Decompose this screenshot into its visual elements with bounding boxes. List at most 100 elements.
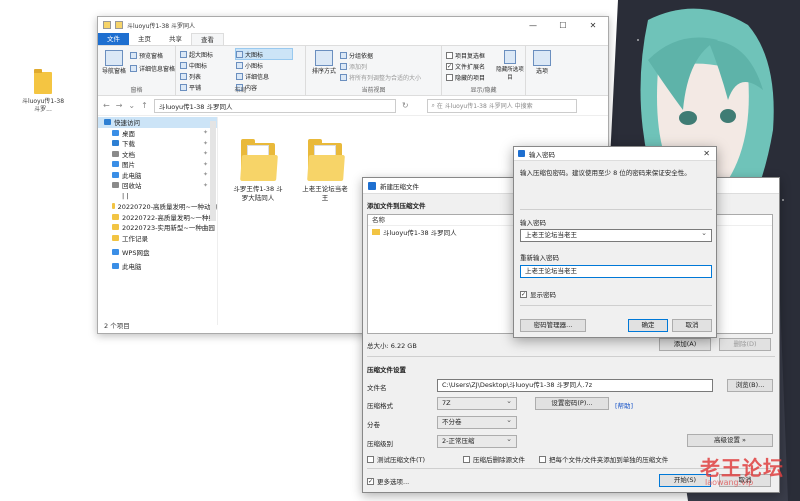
reenter-password-input[interactable]: 上老王论坛当老王 [520,265,712,278]
sidebar-item[interactable]: 文档 ✦ [98,149,217,160]
layout-details[interactable]: 详细信息 [236,71,292,81]
add-column-button[interactable]: 添加列 [340,61,367,71]
group-label: 显示/隐藏 [470,87,497,94]
fit-columns-button[interactable]: 将所有列调整为合适的大小 [340,72,421,82]
sidebar-item[interactable]: 工作记录 [98,233,217,244]
sidebar-item-label: 快速访问 [114,119,140,128]
pin-icon[interactable]: ✦ [203,129,208,136]
test-archive-checkbox[interactable]: 测试压缩文件(T) [367,454,425,464]
desktop-folder-label: 斗luoyu传1-38 斗罗... [21,98,65,113]
password-dialog: 输入密码 ✕ 输入压缩包密码。建议使用至少 8 位的密码来保证安全性。 输入密码… [513,146,717,338]
section-heading: 压缩文件设置 [367,366,406,374]
refresh-icon[interactable]: ↻ [402,101,409,110]
desktop-folder[interactable]: 斗luoyu传1-38 斗罗... [20,69,66,114]
options-button[interactable]: 选项 [528,50,556,76]
folder-item[interactable]: 上老王论坛当老王 [300,139,350,202]
group-label: 当前视图 [361,87,386,94]
layout-list[interactable]: 列表 [180,71,236,81]
tab-home[interactable]: 主页 [129,33,160,45]
sidebar-item[interactable]: 此电脑 [98,261,217,272]
group-by-button[interactable]: 分组依据 [340,50,373,60]
sidebar-item[interactable]: 20220722-高质量发明~一种组 [98,212,217,223]
folder-icon [372,228,380,235]
sort-button[interactable]: 排序方式 [310,50,338,76]
recent-chevron-icon[interactable]: ⌄ [128,101,135,110]
sidebar-item[interactable]: 20220723-实用新型~一种曲园 [98,222,217,233]
maximize-button[interactable]: ☐ [548,21,578,30]
remove-button[interactable]: 删除(D) [719,338,771,351]
layout-xl-icons[interactable]: 超大图标 [180,49,236,59]
sidebar-item-icon [112,150,119,157]
delete-source-checkbox[interactable]: 压缩后删除源文件 [463,454,525,464]
sidebar-item[interactable]: 快速访问 [98,117,217,128]
split-label: 分卷 [367,421,380,429]
nav-pane-button[interactable]: 导航窗格 [100,50,128,76]
back-arrow-icon[interactable]: ← [103,101,110,110]
sidebar-item-icon [112,262,119,269]
sidebar-item[interactable]: WPS网盘 [98,247,217,258]
preview-pane-button[interactable]: 预览窗格 [130,50,163,60]
sidebar-item[interactable]: 20220720-高质量发明~一种动物 [98,201,217,212]
layout-small-icons[interactable]: 小图标 [236,60,292,70]
sidebar-item[interactable]: 回收站 ✦ [98,180,217,191]
tab-view[interactable]: 查看 [191,33,224,45]
cancel-button[interactable]: 取消 [672,319,712,332]
sidebar-item-label: 此电脑 [122,171,142,180]
format-select[interactable]: 7Z [437,396,517,410]
tab-file[interactable]: 文件 [98,33,129,45]
sidebar-item-icon [112,140,119,147]
show-password-checkbox[interactable]: ✓ 显示密码 [520,289,556,299]
more-options-checkbox[interactable]: ✓ 更多选项... [367,476,409,486]
password-input[interactable]: 上老王论坛当老王 [520,228,712,242]
hidden-items-toggle[interactable]: 隐藏的项目 [446,72,485,82]
sidebar-item-icon [112,161,119,168]
quick-access-icon[interactable] [115,21,123,29]
advanced-settings-button[interactable]: 高级设置 » [687,434,773,447]
pin-icon[interactable]: ✦ [203,161,208,168]
sidebar-item[interactable]: 此电脑 ✦ [98,170,217,181]
hide-icon [504,50,516,64]
ok-button[interactable]: 确定 [628,319,668,332]
sidebar-item[interactable]: | | [98,191,217,202]
pin-icon[interactable]: ✦ [203,182,208,189]
set-password-button[interactable]: 设置密码(P)... [535,397,609,410]
tab-share[interactable]: 共享 [160,33,191,45]
layout-medium-icons[interactable]: 中图标 [180,60,236,70]
file-extensions-toggle[interactable]: ✓ 文件扩展名 [446,61,485,71]
search-input[interactable]: ⌕ 在 斗luoyu传1-38 斗罗同人 中搜索 [426,98,577,113]
folder-item[interactable]: 斗罗王传1-38 斗罗大陆同人 [233,139,283,202]
minimize-button[interactable]: — [518,21,548,30]
pin-icon[interactable]: ✦ [203,171,208,178]
details-pane-button[interactable]: 详细信息窗格 [130,63,175,73]
filename-input[interactable]: C:\Users\ZJ\Desktop\斗luoyu传1-38 斗罗同人.7z [437,379,713,392]
password-manager-button[interactable]: 密码管理器... [520,319,586,332]
close-button[interactable]: ✕ [578,21,608,30]
pin-icon[interactable]: ✦ [203,150,208,157]
sidebar-item-label: WPS网盘 [122,249,150,258]
up-arrow-icon[interactable]: ↑ [141,101,148,110]
ribbon: 导航窗格 预览窗格 详细信息窗格 窗格 超大图标 大图标 中图标 小图标 列表 … [98,46,608,96]
level-select[interactable]: 2-正常压缩 [437,434,517,448]
sidebar-item[interactable]: 桌面 ✦ [98,128,217,139]
help-link[interactable]: [帮助] [615,400,633,410]
add-button[interactable]: 添加(A) [659,338,711,351]
forward-arrow-icon[interactable]: → [116,101,123,110]
address-bar[interactable]: 斗luoyu传1-38 斗罗同人 [153,98,396,113]
browse-button[interactable]: 浏览(B)... [727,379,773,392]
app-logo-icon [368,181,376,190]
sidebar-item-icon [112,129,119,136]
pin-icon[interactable]: ✦ [203,140,208,147]
close-icon[interactable]: ✕ [703,149,710,158]
split-select[interactable]: 不分卷 [437,415,517,429]
sidebar-item-icon [112,249,119,256]
sidebar-item-label: 20220723-实用新型~一种曲园 [122,224,215,233]
address-bar-row: ← → ⌄ ↑ 斗luoyu传1-38 斗罗同人 ↻ ⌕ 在 斗luoyu传1-… [98,96,608,116]
layout-large-icons[interactable]: 大图标 [235,48,293,60]
list-item-label: 斗luoyu传1-38 斗罗同人 [383,228,457,237]
sidebar-scrollbar[interactable] [210,121,216,221]
sidebar-item[interactable]: 图片 ✦ [98,159,217,170]
separate-archives-checkbox[interactable]: 把每个文件/文件夹添加到单独的压缩文件 [539,454,668,464]
item-checkboxes-toggle[interactable]: 项目复选框 [446,50,485,60]
sidebar-item[interactable]: 下载 ✦ [98,138,217,149]
hide-selected-button[interactable]: 隐藏所选项目 [496,50,524,82]
